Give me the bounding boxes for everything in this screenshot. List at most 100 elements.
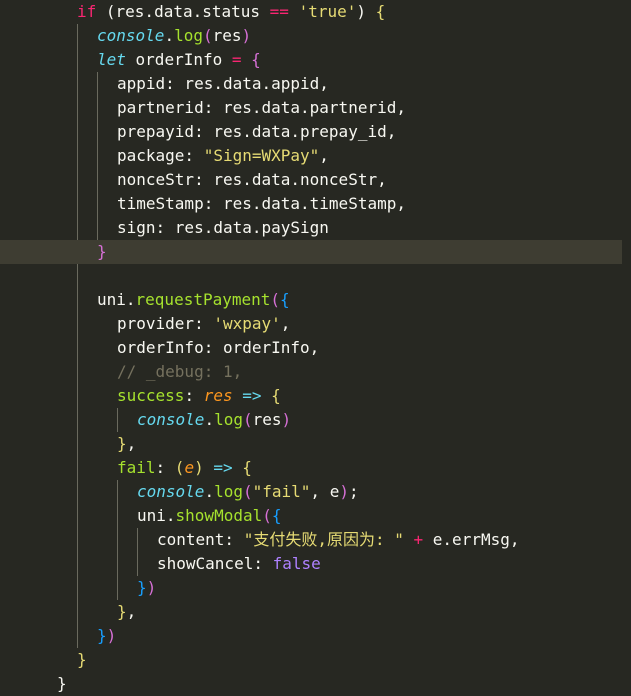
code-line[interactable]: }, bbox=[0, 600, 622, 624]
code-token: res bbox=[252, 410, 282, 429]
code-token: . bbox=[204, 410, 215, 429]
code-line[interactable]: }) bbox=[0, 624, 622, 648]
code-token: console bbox=[137, 410, 205, 429]
code-line[interactable]: } bbox=[0, 672, 622, 696]
code-token: ) bbox=[356, 2, 376, 21]
code-token: nonceStr: res.data.nonceStr, bbox=[117, 170, 387, 189]
code-text: // _debug: 1, bbox=[117, 360, 242, 384]
code-token: == bbox=[269, 2, 289, 21]
code-line[interactable]: console.log(res) bbox=[0, 24, 622, 48]
code-token: ( bbox=[242, 410, 253, 429]
code-token: log bbox=[174, 26, 203, 45]
code-token: // _debug: 1, bbox=[117, 362, 243, 381]
code-line[interactable]: timeStamp: res.data.timeStamp, bbox=[0, 192, 622, 216]
code-token: package: bbox=[117, 146, 204, 165]
code-text: sign: res.data.paySign bbox=[117, 216, 329, 240]
code-text: let orderInfo = { bbox=[97, 48, 261, 72]
code-token: ; bbox=[348, 482, 359, 501]
code-line[interactable]: } bbox=[0, 648, 622, 672]
code-line[interactable]: provider: 'wxpay', bbox=[0, 312, 622, 336]
code-line[interactable]: prepayid: res.data.prepay_id, bbox=[0, 120, 622, 144]
code-line[interactable]: }) bbox=[0, 576, 622, 600]
code-token: } bbox=[57, 674, 67, 693]
code-line[interactable]: if (res.data.status == 'true') { bbox=[0, 0, 622, 24]
code-line[interactable]: sign: res.data.paySign bbox=[0, 216, 622, 240]
code-text: uni.requestPayment({ bbox=[97, 288, 290, 312]
code-token: success bbox=[117, 386, 185, 405]
code-token: uni. bbox=[97, 290, 136, 309]
code-token: { bbox=[271, 386, 281, 405]
code-token: => bbox=[242, 386, 262, 405]
code-token: = bbox=[231, 50, 242, 69]
code-line[interactable]: showCancel: false bbox=[0, 552, 622, 576]
code-token: { bbox=[251, 50, 261, 69]
code-token: res bbox=[212, 26, 242, 45]
code-line[interactable]: appid: res.data.appid, bbox=[0, 72, 622, 96]
code-token: { bbox=[375, 2, 386, 21]
code-token: let bbox=[97, 50, 126, 69]
code-line[interactable]: nonceStr: res.data.nonceStr, bbox=[0, 168, 622, 192]
code-token: ( bbox=[174, 458, 185, 477]
code-line[interactable]: package: "Sign=WXPay", bbox=[0, 144, 622, 168]
code-editor[interactable]: if (res.data.status == 'true') {console.… bbox=[0, 0, 631, 693]
code-token: ( bbox=[96, 2, 116, 21]
code-line[interactable]: uni.showModal({ bbox=[0, 504, 622, 528]
code-token: e.errMsg, bbox=[423, 530, 520, 549]
code-token: , bbox=[126, 434, 137, 453]
code-token: ( bbox=[270, 290, 281, 309]
code-token: ) bbox=[194, 458, 204, 477]
code-token: ) bbox=[339, 482, 349, 501]
code-line[interactable]: let orderInfo = { bbox=[0, 48, 622, 72]
code-token: appid: res.data.appid, bbox=[117, 74, 329, 93]
code-token: ( bbox=[262, 506, 272, 525]
code-token: showCancel: bbox=[157, 554, 273, 573]
code-token: + bbox=[413, 530, 424, 549]
code-token: } bbox=[137, 578, 147, 597]
code-text: console.log(res) bbox=[137, 408, 291, 432]
code-line[interactable]: uni.requestPayment({ bbox=[0, 288, 622, 312]
code-line[interactable]: partnerid: res.data.partnerid, bbox=[0, 96, 622, 120]
code-text: prepayid: res.data.prepay_id, bbox=[117, 120, 396, 144]
code-text: partnerid: res.data.partnerid, bbox=[117, 96, 406, 120]
code-token: { bbox=[280, 290, 290, 309]
code-token: fail bbox=[117, 458, 156, 477]
code-line[interactable]: console.log("fail", e); bbox=[0, 480, 622, 504]
code-text: } bbox=[77, 648, 87, 672]
code-token: { bbox=[242, 458, 252, 477]
code-text: } bbox=[57, 672, 67, 696]
code-line[interactable]: // _debug: 1, bbox=[0, 360, 622, 384]
code-token: log bbox=[214, 410, 243, 429]
code-line[interactable]: success: res => { bbox=[0, 384, 622, 408]
code-line[interactable]: content: "支付失败,原因为: " + e.errMsg, bbox=[0, 528, 622, 552]
code-token: , bbox=[280, 314, 291, 333]
code-token: log bbox=[214, 482, 243, 501]
code-token: . bbox=[204, 482, 215, 501]
code-token: : bbox=[155, 458, 175, 477]
code-token: 'true' bbox=[298, 2, 357, 21]
code-text: }, bbox=[117, 600, 136, 624]
code-token: } bbox=[77, 650, 87, 669]
code-line[interactable]: fail: (e) => { bbox=[0, 456, 622, 480]
code-line[interactable]: }, bbox=[0, 432, 622, 456]
code-token: res bbox=[203, 386, 233, 405]
code-token: ) bbox=[106, 626, 117, 645]
code-line[interactable]: console.log(res) bbox=[0, 408, 622, 432]
code-token: ) bbox=[241, 26, 252, 45]
code-token: orderInfo: orderInfo, bbox=[117, 338, 320, 357]
code-text: }, bbox=[117, 432, 136, 456]
code-token: , bbox=[319, 146, 329, 165]
code-token: sign: res.data.paySign bbox=[117, 218, 329, 237]
code-line[interactable]: } bbox=[0, 240, 622, 264]
code-text: package: "Sign=WXPay", bbox=[117, 144, 329, 168]
code-text: console.log("fail", e); bbox=[137, 480, 359, 504]
code-line[interactable] bbox=[0, 264, 622, 288]
code-token: e bbox=[184, 458, 195, 477]
code-token: => bbox=[213, 458, 233, 477]
code-line[interactable]: orderInfo: orderInfo, bbox=[0, 336, 622, 360]
code-token: , e bbox=[310, 482, 340, 501]
code-token: ) bbox=[281, 410, 292, 429]
